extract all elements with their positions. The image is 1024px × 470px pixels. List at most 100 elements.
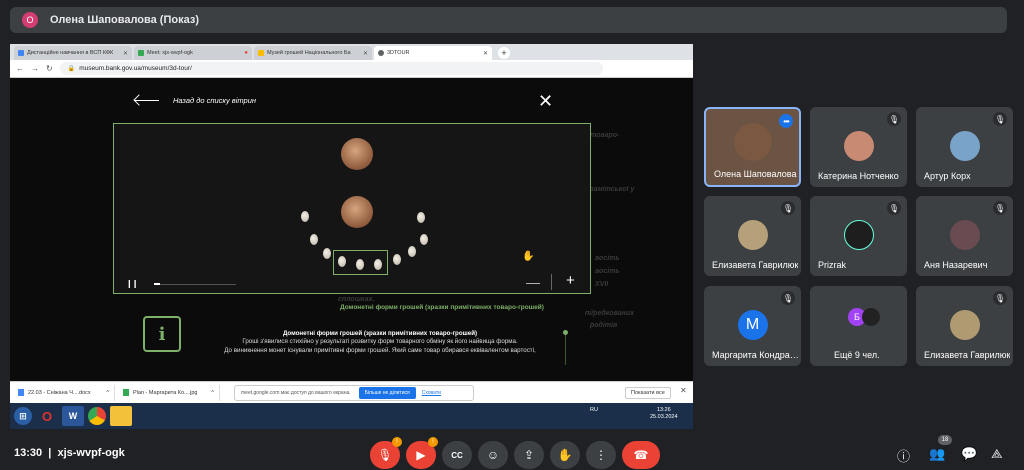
download-item[interactable]: Plan - Маргарита Ко....jpg ^ [115,384,220,401]
avatar [949,220,980,250]
mic-off-icon: 🎙 [781,291,795,305]
pause-icon[interactable]: ❙❙ [126,279,138,288]
activities-icon[interactable]: ⟁ [991,446,1003,462]
participant-name: Prizrak [818,260,847,270]
selection-highlight[interactable] [333,250,388,275]
image-file-icon [123,389,129,396]
tab-close-icon[interactable]: ✕ [363,50,368,57]
docx-file-icon [18,389,24,396]
new-tab-button[interactable]: + [498,47,510,59]
presenter-avatar: О [22,12,38,28]
url-input[interactable]: 🔒 museum.bank.gov.ua/museum/3d-tour/ [59,62,603,75]
forward-arrow-icon[interactable]: → [31,64,39,73]
participant-tile[interactable]: 🎙 Prizrak [810,196,907,276]
artifact-disc [341,196,373,228]
shell [393,254,401,265]
mic-toggle-button[interactable]: 🎙! [370,437,402,469]
zoom-in-button[interactable]: + [566,272,575,289]
mic-off-icon: 🎙 [993,291,1007,305]
mic-off-icon: 🎙 [377,448,393,462]
zoom-out-button[interactable]: — [526,274,540,290]
shell [301,211,309,222]
close-icon[interactable]: ✕ [680,386,687,395]
ghost-text: родітів [590,322,618,329]
avatar [733,123,772,161]
progress-bar[interactable] [154,283,236,285]
participant-tile[interactable]: М 🎙 Маргарита Кондрашова [704,286,801,366]
browser-tab-2[interactable]: Музей грошей Національного Ба ✕ [254,46,372,60]
participant-tile[interactable]: 🎙 Аня Назаревич [916,196,1013,276]
shell [417,212,425,223]
participant-tile[interactable]: 🎙 Артур Корх [916,107,1013,187]
more-participants-tile[interactable]: Б Ещё 9 чел. [810,286,907,366]
ghost-text: сплошках. [338,296,375,303]
more-options-icon[interactable]: ••• [779,114,793,128]
browser-tab-1[interactable]: Meet: xjs-wvpf-ogk ● [134,46,252,60]
timeline-line [565,335,566,365]
raise-hand-button[interactable]: ✋ [550,441,580,469]
avatar [862,308,880,326]
browser-tab-0[interactable]: Дистанційне навчання в ВСП КФК ✕ [14,46,132,60]
hide-notice-button[interactable]: Сховати [422,390,441,396]
tray-language[interactable]: RU [590,407,598,413]
download-item[interactable]: 22.03 - Сніжана Ч....docx ^ [10,384,115,401]
artifact-viewer[interactable]: ✋ ❙❙ — + [113,123,591,294]
avatar: М [737,310,768,340]
stop-sharing-button[interactable]: Більше не ділитися [358,387,416,399]
screen-share: Дистанційне навчання в ВСП КФК ✕ Meet: xj… [10,44,693,429]
show-all-downloads-button[interactable]: Показати все [625,387,671,399]
present-button[interactable]: ⇪ [514,441,544,469]
description-line: Гроші з'явилися стихійно у результаті ро… [242,338,518,346]
participants-count-badge: 18 [938,435,952,445]
captions-button[interactable]: CC [442,441,472,469]
mic-off-icon: 🎙 [993,112,1007,126]
word-icon[interactable]: W [62,406,84,426]
mic-off-icon: 🎙 [887,112,901,126]
opera-icon[interactable]: O [36,406,58,426]
meeting-controls-bar: 13:30 | xjs-wvpf-ogk 🎙! ▶! CC ☺ ⇪ ✋ ⋮ ☎ … [0,435,1024,470]
tab-favicon-icon [378,50,384,56]
info-icon[interactable]: i [143,316,181,352]
participant-tile[interactable]: 🎙 Катерина Нотченко [810,107,907,187]
description-title: Домонетні форми грошей (зразки примітивн… [282,330,478,337]
tab-close-icon[interactable]: ✕ [483,50,488,57]
meeting-time-code: 13:30 | xjs-wvpf-ogk [14,447,125,459]
participant-tile-speaker[interactable]: ••• Олена Шаповалова [704,107,801,187]
back-arrow-icon[interactable]: ← [16,64,24,73]
participant-name: Олена Шаповалова [714,169,797,179]
camera-toggle-button[interactable]: ▶! [406,437,438,469]
taskbar-clock[interactable]: 13:26 25.03.2024 [650,407,678,421]
chat-icon[interactable]: 💬 [961,446,977,462]
reactions-button[interactable]: ☺ [478,441,508,469]
shell [408,246,416,257]
ghost-text: восіть [595,255,620,262]
leave-call-button[interactable]: ☎ [622,441,660,469]
tab-close-icon[interactable]: ● [244,50,248,56]
chevron-up-icon[interactable]: ^ [106,390,109,396]
tab-close-icon[interactable]: ✕ [123,50,128,57]
avatar [737,220,768,250]
participant-tile[interactable]: 🎙 Елизавета Гаврилюк [704,196,801,276]
tab-favicon-icon [258,50,264,56]
browser-tab-3[interactable]: 3DTOUR ✕ [374,46,492,60]
artifact-disc [341,138,373,170]
hand-cursor-icon: ✋ [522,251,535,262]
close-icon[interactable]: ✕ [538,92,553,110]
downloads-bar: 22.03 - Сніжана Ч....docx ^ Plan - Маргар… [10,381,693,403]
arrow-left-icon [135,100,159,101]
ghost-text: замітської у [590,186,635,193]
participant-tile[interactable]: 🎙 Елизавета Гаврилюк [916,286,1013,366]
mic-off-icon: 🎙 [887,201,901,215]
people-icon[interactable]: 👥 [929,446,945,462]
info-icon[interactable]: ⓘ [897,446,910,465]
shell [420,234,428,245]
ghost-text: пі/редкованих [585,310,634,317]
file-explorer-icon[interactable] [110,406,132,426]
windows-start-icon[interactable]: ⊞ [14,407,32,425]
chevron-up-icon[interactable]: ^ [211,390,214,396]
back-to-showcases-link[interactable]: Назад до списку вітрин [135,96,256,105]
reload-icon[interactable]: ↻ [46,64,53,73]
ghost-text: XVII [595,281,609,288]
chrome-icon[interactable] [88,407,106,425]
more-options-button[interactable]: ⋮ [586,441,616,469]
